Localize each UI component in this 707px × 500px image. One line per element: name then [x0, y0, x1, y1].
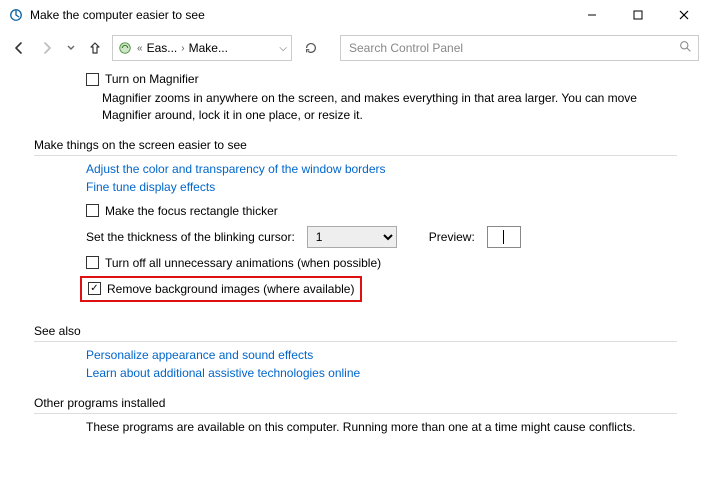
recent-locations-button[interactable] [64, 37, 78, 59]
window-title: Make the computer easier to see [30, 8, 205, 22]
turn-on-magnifier-checkbox[interactable] [86, 73, 99, 86]
link-fine-tune[interactable]: Fine tune display effects [86, 180, 215, 194]
other-programs-desc: These programs are available on this com… [86, 420, 677, 434]
chevron-right-icon: › [181, 43, 184, 54]
chevron-down-icon[interactable]: ⌵ [279, 43, 287, 54]
link-personalize[interactable]: Personalize appearance and sound effects [86, 348, 313, 362]
breadcrumb[interactable]: « Eas... › Make... ⌵ [112, 35, 292, 61]
maximize-button[interactable] [615, 0, 661, 30]
control-panel-icon [117, 40, 133, 56]
link-adjust-color[interactable]: Adjust the color and transparency of the… [86, 162, 386, 176]
turn-off-animations-label: Turn off all unnecessary animations (whe… [105, 256, 381, 270]
search-input[interactable] [347, 40, 679, 56]
cursor-thickness-select[interactable]: 1 [307, 226, 397, 248]
up-button[interactable] [84, 37, 106, 59]
focus-rectangle-checkbox[interactable] [86, 204, 99, 217]
search-box[interactable] [340, 35, 699, 61]
remove-background-label: Remove background images (where availabl… [107, 282, 354, 296]
remove-background-checkbox[interactable] [88, 282, 101, 295]
app-icon [8, 7, 24, 23]
breadcrumb-seg1[interactable]: Eas... [147, 41, 178, 55]
cursor-preview [487, 226, 521, 248]
highlighted-option: Remove background images (where availabl… [80, 276, 362, 302]
turn-off-animations-checkbox[interactable] [86, 256, 99, 269]
cursor-thickness-label: Set the thickness of the blinking cursor… [86, 230, 295, 244]
forward-button[interactable] [36, 37, 58, 59]
search-icon [679, 40, 692, 56]
turn-on-magnifier-label: Turn on Magnifier [105, 72, 199, 86]
preview-label: Preview: [429, 230, 475, 244]
chevron-left-icon: « [137, 43, 143, 54]
breadcrumb-seg2[interactable]: Make... [189, 41, 228, 55]
refresh-button[interactable] [298, 35, 324, 61]
close-button[interactable] [661, 0, 707, 30]
section-see-also: See also [34, 324, 677, 342]
section-screen-easier: Make things on the screen easier to see [34, 138, 677, 156]
link-learn-assistive[interactable]: Learn about additional assistive technol… [86, 366, 360, 380]
back-button[interactable] [8, 37, 30, 59]
magnifier-description: Magnifier zooms in anywhere on the scree… [102, 90, 677, 124]
minimize-button[interactable] [569, 0, 615, 30]
section-other-programs: Other programs installed [34, 396, 677, 414]
focus-rectangle-label: Make the focus rectangle thicker [105, 204, 278, 218]
